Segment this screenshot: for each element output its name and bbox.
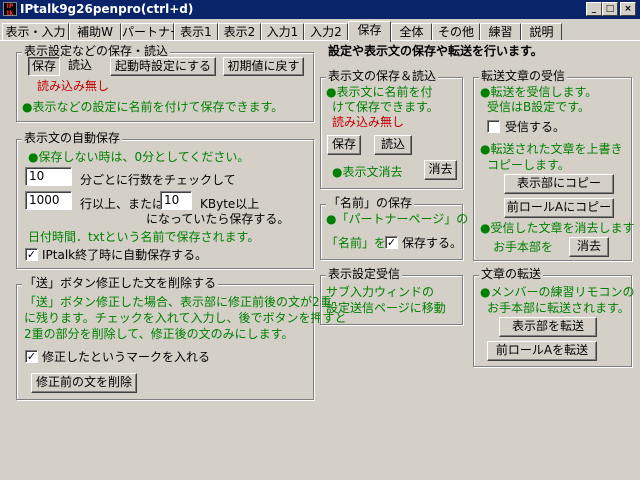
name-save-line2: 「名前」を (326, 236, 387, 250)
settings-load-button[interactable]: 読込 (63, 57, 97, 76)
tab-save[interactable]: 保存 (348, 21, 391, 42)
tab-input1[interactable]: 入力1 (261, 23, 304, 40)
autosave-lines-input[interactable]: 1000 (25, 191, 72, 210)
autosave-minutes-input[interactable]: 10 (25, 167, 72, 186)
window-title: IPtalk9g26penpro(ctrl+d) (20, 2, 194, 16)
send-fix-desc2: に残ります。チェックを入れて入力し、後でボタンを押すと (24, 311, 347, 325)
text-save-note2: けて保存できます。 (332, 100, 439, 114)
copy-to-prev-roll-button[interactable]: 前ロールAにコピー (504, 198, 614, 218)
page-heading: 設定や表示文の保存や転送を行います。 (328, 44, 543, 58)
tab-practice[interactable]: 練習 (480, 23, 521, 40)
text-save-button[interactable]: 保存 (327, 135, 361, 155)
transfer-recv-label: 受信する。 (505, 120, 566, 134)
settings-save-note: ●表示などの設定に名前を付けて保存できます。 (22, 100, 284, 114)
name-save-title: 「名前」の保存 (326, 196, 415, 210)
name-save-checkbox[interactable]: ✓ (385, 236, 398, 249)
send-fix-desc1: 「送」ボタン修正した場合、表示部に修正前後の文が2重 (24, 295, 332, 309)
delete-prefix-text-button[interactable]: 修正前の文を削除 (31, 373, 137, 393)
startup-settings-button[interactable]: 起動時設定にする (110, 57, 216, 76)
maximize-button[interactable]: □ (602, 2, 618, 16)
send-display-button[interactable]: 表示部を転送 (499, 317, 597, 337)
autosave-note1: ●保存しない時は、0分としてください。 (28, 150, 250, 164)
send-fix-desc3: 2重の部分を削除して、修正後の文のみにします。 (24, 327, 294, 341)
autosave-kbyte-label: KByte以上 (200, 197, 260, 211)
autosave-minutes-label: 分ごとに行数をチェックして (80, 173, 236, 187)
send-prev-roll-button[interactable]: 前ロールAを転送 (487, 341, 597, 361)
name-save-check-label: 保存する。 (402, 236, 463, 250)
text-transfer-note2: お手本部に転送されます。 (487, 301, 630, 315)
copy-to-display-button[interactable]: 表示部にコピー (504, 174, 614, 194)
tab-help[interactable]: 説明 (521, 23, 562, 40)
display-recv-title: 表示設定受信 (326, 267, 403, 281)
autosave-title: 表示文の自動保存 (22, 131, 123, 145)
transfer-recv-note1: ●転送を受信します。 (480, 85, 598, 99)
fix-mark-label: 修正したというマークを入れる (42, 350, 211, 364)
transfer-recv-note5: ●受信した文章を消去します (480, 221, 635, 235)
tab-input2[interactable]: 入力2 (304, 23, 348, 40)
tab-page-edge (0, 40, 640, 41)
text-save-status: 読み込み無し (332, 115, 405, 129)
tab-all[interactable]: 全体 (391, 23, 432, 40)
text-clear-label: ●表示文消去 (332, 165, 403, 179)
autosave-line3: になっていたら保存する。 (146, 212, 290, 226)
minimize-button[interactable]: _ (586, 2, 602, 16)
tab-display-input[interactable]: 表示・入力 (2, 23, 69, 40)
close-button[interactable]: × (620, 2, 636, 16)
transfer-recv-note2: 受信はB設定です。 (487, 100, 591, 114)
text-clear-button[interactable]: 消去 (424, 160, 457, 180)
fix-mark-checkbox[interactable]: ✓ (25, 350, 38, 363)
transfer-recv-clear-button[interactable]: 消去 (569, 237, 609, 257)
tab-other[interactable]: その他 (432, 23, 480, 40)
reset-defaults-button[interactable]: 初期値に戻す (223, 57, 304, 76)
display-recv-line1: サブ入力ウィンドの (326, 285, 435, 299)
autosave-on-exit-label: IPtalk終了時に自動保存する。 (42, 248, 208, 262)
text-transfer-note1: ●メンバーの練習リモコンの (480, 285, 635, 299)
tab-display1[interactable]: 表示1 (174, 23, 218, 40)
transfer-recv-note3: ●転送された文章を上書き (480, 142, 623, 156)
transfer-recv-note4: コピーします。 (487, 158, 570, 172)
display-recv-line2: 設定送信ページに移動 (326, 301, 446, 315)
autosave-note2: 日付時間．txtという名前で保存されます。 (28, 230, 260, 244)
text-save-title: 表示文の保存＆読込 (326, 69, 439, 83)
transfer-recv-note6: お手本部を (493, 240, 554, 254)
text-save-note1: ●表示文に名前を付 (326, 85, 433, 99)
settings-save-button[interactable]: 保存 (28, 57, 60, 76)
transfer-recv-checkbox[interactable] (487, 120, 500, 133)
title-bar: IP tk IPtalk9g26penpro(ctrl+d) _ □ × (0, 0, 640, 19)
autosave-lines-label: 行以上、または (80, 197, 165, 211)
tab-partner[interactable]: パートナー (121, 23, 182, 40)
name-save-line1: ●「パートナーページ」の (326, 212, 469, 226)
tab-bar: 表示・入力 補助W パートナー 表示1 表示2 入力1 入力2 保存 全体 その… (0, 21, 640, 42)
text-transfer-title: 文章の転送 (479, 267, 544, 281)
autosave-kbyte-input[interactable]: 10 (160, 191, 192, 210)
tab-display2[interactable]: 表示2 (218, 23, 261, 40)
tab-assist[interactable]: 補助W (69, 23, 121, 40)
app-icon: IP tk (3, 2, 17, 17)
settings-load-status: 読み込み無し (37, 79, 110, 93)
text-load-button[interactable]: 読込 (374, 135, 412, 155)
transfer-recv-title: 転送文章の受信 (479, 69, 568, 83)
autosave-on-exit-checkbox[interactable]: ✓ (25, 248, 38, 261)
display-recv-group (320, 275, 463, 325)
send-fix-title: 「送」ボタン修正した文を削除する (22, 276, 219, 290)
